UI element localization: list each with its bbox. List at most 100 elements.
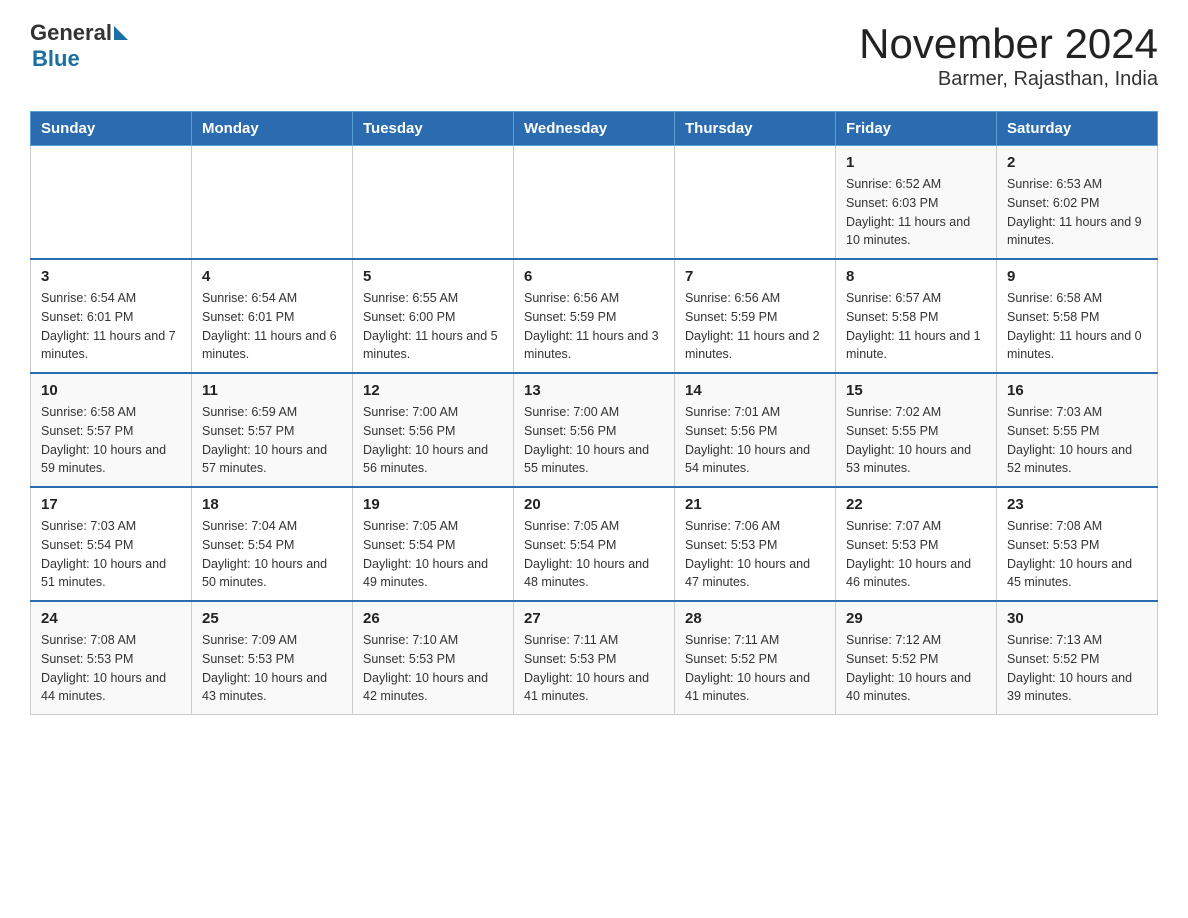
calendar-cell: 12Sunrise: 7:00 AMSunset: 5:56 PMDayligh… [353, 373, 514, 487]
day-info: Sunrise: 6:58 AMSunset: 5:58 PMDaylight:… [1007, 289, 1147, 364]
day-number: 18 [202, 496, 342, 513]
calendar-week-row-5: 24 Sunrise: 7:08 AMSunset: 5:53 PMDayligh… [31, 601, 1158, 715]
day-number: 13 [524, 382, 664, 399]
calendar-cell [353, 146, 514, 260]
day-number: 10 [41, 382, 181, 399]
day-info: Sunrise: 6:57 AMSunset: 5:58 PMDaylight:… [846, 289, 986, 364]
day-info: Sunrise: 7:05 AMSunset: 5:54 PMDaylight:… [524, 517, 664, 592]
day-info: Sunrise: 7:01 AMSunset: 5:56 PMDaylight:… [685, 403, 825, 478]
calendar-cell: 23Sunrise: 7:08 AMSunset: 5:53 PMDayligh… [997, 487, 1158, 601]
day-info: Sunrise: 6:53 AMSunset: 6:02 PMDaylight:… [1007, 175, 1147, 250]
day-number: 12 [363, 382, 503, 399]
day-number: 1 [846, 154, 986, 171]
weekday-header-sunday: Sunday [31, 112, 192, 146]
day-info: Sunrise: 7:11 AMSunset: 5:53 PMDaylight:… [524, 631, 664, 706]
day-number: 22 [846, 496, 986, 513]
calendar-cell: 14 Sunrise: 7:01 AMSunset: 5:56 PMDayligh… [675, 373, 836, 487]
calendar-subtitle: Barmer, Rajasthan, India [859, 68, 1158, 91]
day-info: Sunrise: 7:11 AMSunset: 5:52 PMDaylight:… [685, 631, 825, 706]
calendar-cell: 19 Sunrise: 7:05 AMSunset: 5:54 PMDayligh… [353, 487, 514, 601]
calendar-cell: 27 Sunrise: 7:11 AMSunset: 5:53 PMDayligh… [514, 601, 675, 715]
day-info: Sunrise: 7:03 AMSunset: 5:54 PMDaylight:… [41, 517, 181, 592]
calendar-cell: 29 Sunrise: 7:12 AMSunset: 5:52 PMDayligh… [836, 601, 997, 715]
calendar-cell: 21 Sunrise: 7:06 AMSunset: 5:53 PMDayligh… [675, 487, 836, 601]
day-info: Sunrise: 7:00 AMSunset: 5:56 PMDaylight:… [524, 403, 664, 478]
calendar-cell: 8 Sunrise: 6:57 AMSunset: 5:58 PMDaylight… [836, 259, 997, 373]
day-info: Sunrise: 6:54 AMSunset: 6:01 PMDaylight:… [41, 289, 181, 364]
day-info: Sunrise: 6:54 AMSunset: 6:01 PMDaylight:… [202, 289, 342, 364]
day-number: 26 [363, 610, 503, 627]
calendar-cell: 13 Sunrise: 7:00 AMSunset: 5:56 PMDayligh… [514, 373, 675, 487]
calendar-cell [514, 146, 675, 260]
calendar-cell: 4 Sunrise: 6:54 AMSunset: 6:01 PMDaylight… [192, 259, 353, 373]
logo: General Blue [30, 20, 128, 72]
title-block: November 2024 Barmer, Rajasthan, India [859, 20, 1158, 91]
day-info: Sunrise: 7:13 AMSunset: 5:52 PMDaylight:… [1007, 631, 1147, 706]
day-number: 3 [41, 268, 181, 285]
calendar-cell: 26Sunrise: 7:10 AMSunset: 5:53 PMDayligh… [353, 601, 514, 715]
day-number: 28 [685, 610, 825, 627]
calendar-cell: 30 Sunrise: 7:13 AMSunset: 5:52 PMDayligh… [997, 601, 1158, 715]
day-info: Sunrise: 7:04 AMSunset: 5:54 PMDaylight:… [202, 517, 342, 592]
day-number: 21 [685, 496, 825, 513]
calendar-week-row-3: 10 Sunrise: 6:58 AMSunset: 5:57 PMDayligh… [31, 373, 1158, 487]
day-info: Sunrise: 6:55 AMSunset: 6:00 PMDaylight:… [363, 289, 503, 364]
calendar-cell: 5 Sunrise: 6:55 AMSunset: 6:00 PMDaylight… [353, 259, 514, 373]
calendar-week-row-4: 17Sunrise: 7:03 AMSunset: 5:54 PMDayligh… [31, 487, 1158, 601]
day-info: Sunrise: 6:58 AMSunset: 5:57 PMDaylight:… [41, 403, 181, 478]
calendar-cell: 10 Sunrise: 6:58 AMSunset: 5:57 PMDayligh… [31, 373, 192, 487]
day-number: 25 [202, 610, 342, 627]
calendar-cell: 25 Sunrise: 7:09 AMSunset: 5:53 PMDayligh… [192, 601, 353, 715]
day-info: Sunrise: 6:59 AMSunset: 5:57 PMDaylight:… [202, 403, 342, 478]
day-number: 14 [685, 382, 825, 399]
calendar-week-row-2: 3 Sunrise: 6:54 AMSunset: 6:01 PMDaylight… [31, 259, 1158, 373]
calendar-cell: 15Sunrise: 7:02 AMSunset: 5:55 PMDayligh… [836, 373, 997, 487]
day-number: 6 [524, 268, 664, 285]
day-info: Sunrise: 7:07 AMSunset: 5:53 PMDaylight:… [846, 517, 986, 592]
weekday-header-wednesday: Wednesday [514, 112, 675, 146]
calendar-cell: 24 Sunrise: 7:08 AMSunset: 5:53 PMDayligh… [31, 601, 192, 715]
day-info: Sunrise: 6:56 AMSunset: 5:59 PMDaylight:… [685, 289, 825, 364]
day-info: Sunrise: 6:56 AMSunset: 5:59 PMDaylight:… [524, 289, 664, 364]
day-number: 5 [363, 268, 503, 285]
day-number: 11 [202, 382, 342, 399]
calendar-cell: 22 Sunrise: 7:07 AMSunset: 5:53 PMDayligh… [836, 487, 997, 601]
calendar-cell: 28 Sunrise: 7:11 AMSunset: 5:52 PMDayligh… [675, 601, 836, 715]
calendar-cell: 16Sunrise: 7:03 AMSunset: 5:55 PMDayligh… [997, 373, 1158, 487]
day-info: Sunrise: 7:05 AMSunset: 5:54 PMDaylight:… [363, 517, 503, 592]
calendar-cell: 9 Sunrise: 6:58 AMSunset: 5:58 PMDaylight… [997, 259, 1158, 373]
day-number: 2 [1007, 154, 1147, 171]
calendar-cell: 3 Sunrise: 6:54 AMSunset: 6:01 PMDaylight… [31, 259, 192, 373]
calendar-table: SundayMondayTuesdayWednesdayThursdayFrid… [30, 111, 1158, 715]
day-info: Sunrise: 7:08 AMSunset: 5:53 PMDaylight:… [1007, 517, 1147, 592]
day-number: 29 [846, 610, 986, 627]
day-info: Sunrise: 7:09 AMSunset: 5:53 PMDaylight:… [202, 631, 342, 706]
weekday-header-tuesday: Tuesday [353, 112, 514, 146]
calendar-title: November 2024 [859, 20, 1158, 68]
day-number: 27 [524, 610, 664, 627]
day-number: 8 [846, 268, 986, 285]
day-info: Sunrise: 7:02 AMSunset: 5:55 PMDaylight:… [846, 403, 986, 478]
logo-triangle-icon [114, 26, 128, 40]
calendar-cell: 17Sunrise: 7:03 AMSunset: 5:54 PMDayligh… [31, 487, 192, 601]
day-info: Sunrise: 7:12 AMSunset: 5:52 PMDaylight:… [846, 631, 986, 706]
day-number: 19 [363, 496, 503, 513]
day-number: 9 [1007, 268, 1147, 285]
weekday-header-row: SundayMondayTuesdayWednesdayThursdayFrid… [31, 112, 1158, 146]
logo-blue-text: Blue [32, 46, 128, 72]
day-number: 30 [1007, 610, 1147, 627]
weekday-header-friday: Friday [836, 112, 997, 146]
weekday-header-saturday: Saturday [997, 112, 1158, 146]
calendar-cell [192, 146, 353, 260]
calendar-cell: 2 Sunrise: 6:53 AMSunset: 6:02 PMDaylight… [997, 146, 1158, 260]
day-number: 7 [685, 268, 825, 285]
day-number: 4 [202, 268, 342, 285]
day-info: Sunrise: 7:08 AMSunset: 5:53 PMDaylight:… [41, 631, 181, 706]
day-number: 24 [41, 610, 181, 627]
day-info: Sunrise: 7:06 AMSunset: 5:53 PMDaylight:… [685, 517, 825, 592]
calendar-cell: 18 Sunrise: 7:04 AMSunset: 5:54 PMDayligh… [192, 487, 353, 601]
calendar-cell: 1Sunrise: 6:52 AMSunset: 6:03 PMDaylight… [836, 146, 997, 260]
day-info: Sunrise: 7:03 AMSunset: 5:55 PMDaylight:… [1007, 403, 1147, 478]
calendar-cell: 20Sunrise: 7:05 AMSunset: 5:54 PMDayligh… [514, 487, 675, 601]
weekday-header-monday: Monday [192, 112, 353, 146]
